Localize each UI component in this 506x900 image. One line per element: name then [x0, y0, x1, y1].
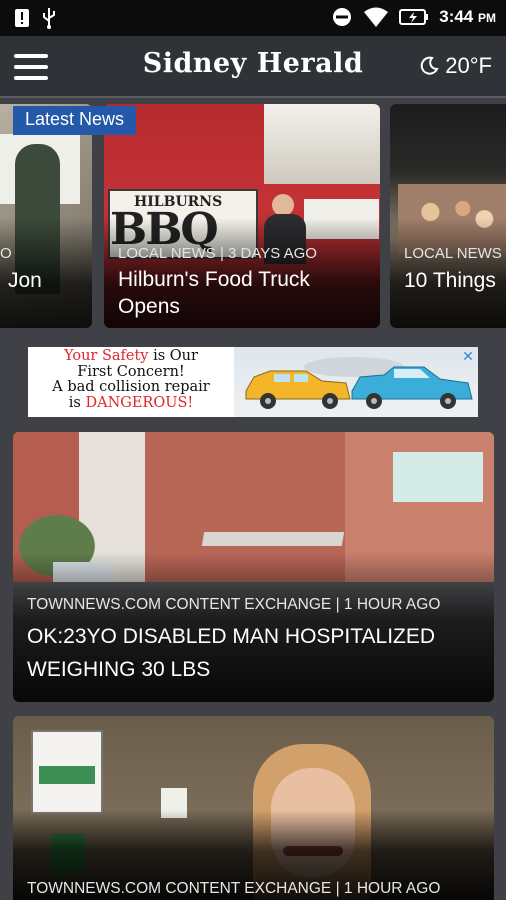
carousel-card[interactable]: O Jon: [0, 104, 92, 328]
moon-icon: [421, 56, 439, 75]
card-headline: 10 Things: [404, 269, 496, 292]
app-bar: Sidney Herald 20°F: [0, 36, 506, 98]
ad-text: Your Safety is Our First Concern! A bad …: [28, 348, 234, 411]
carousel-card[interactable]: LOCAL NEWS 10 Things: [390, 104, 506, 328]
story-card[interactable]: TOWNNEWS.COM CONTENT EXCHANGE | 1 HOUR A…: [13, 716, 494, 900]
card-meta: O: [0, 245, 12, 262]
ad-line4-prefix: is: [68, 394, 86, 411]
ad-line4-highlight: DANGEROUS!: [85, 394, 194, 411]
card-headline: Jon: [8, 269, 42, 292]
ad-line3: A bad collision repair: [52, 379, 210, 395]
latest-news-badge: Latest News: [13, 106, 137, 135]
latest-news-carousel[interactable]: O Jon HILBURNS BBQ LOCAL NEWS | 3 DAYS A…: [0, 104, 506, 332]
alert-notification-icon: [15, 9, 29, 27]
ad-line1-rest: is Our: [148, 348, 198, 364]
ad-line2: First Concern!: [77, 363, 185, 380]
story-headline: OK:23YO DISABLED MAN HOSPITALIZED WEIGHI…: [27, 625, 436, 681]
clock-ampm: PM: [478, 11, 496, 25]
carousel-card[interactable]: HILBURNS BBQ LOCAL NEWS | 3 DAYS AGO Hil…: [104, 104, 380, 328]
card-meta: LOCAL NEWS: [404, 245, 502, 262]
collision-cars-illustration: [245, 357, 473, 409]
ad-close-icon[interactable]: ✕: [461, 349, 475, 363]
clock-time: 3:44: [439, 7, 474, 26]
ad-line1-highlight: Your Safety: [64, 348, 149, 364]
card-headline: Hilburn's Food Truck Opens: [118, 268, 310, 318]
story-card[interactable]: TOWNNEWS.COM CONTENT EXCHANGE | 1 HOUR A…: [13, 432, 494, 702]
status-bar: 3:44 PM: [0, 0, 506, 36]
weather-widget[interactable]: 20°F: [419, 53, 492, 79]
temperature: 20°F: [445, 53, 492, 78]
ad-image: [234, 347, 478, 417]
card-meta: LOCAL NEWS | 3 DAYS AGO: [118, 245, 317, 262]
ad-banner[interactable]: Your Safety is Our First Concern! A bad …: [28, 347, 478, 417]
usb-icon: [43, 8, 55, 29]
clock: 3:44 PM: [439, 7, 496, 27]
do-not-disturb-icon: [333, 8, 352, 26]
story-meta: TOWNNEWS.COM CONTENT EXCHANGE | 1 HOUR A…: [27, 880, 441, 897]
wifi-icon: [364, 7, 389, 27]
battery-charging-icon: [399, 9, 429, 25]
story-meta: TOWNNEWS.COM CONTENT EXCHANGE | 1 HOUR A…: [27, 596, 441, 613]
